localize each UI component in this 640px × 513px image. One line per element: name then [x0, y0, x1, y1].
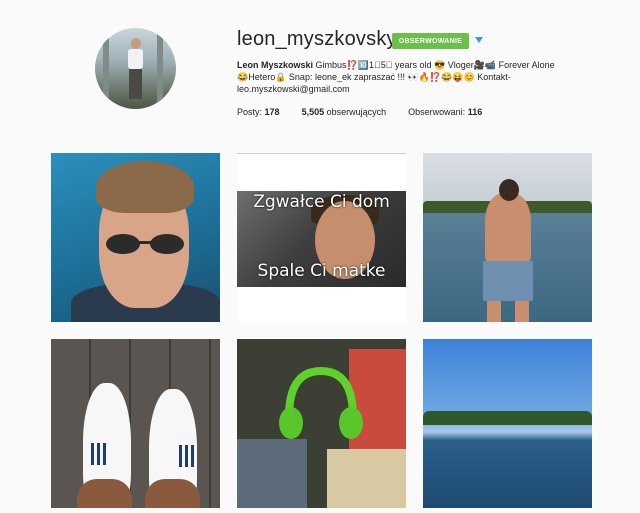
- following-label: Obserwowani:: [408, 107, 466, 117]
- profile-header: leon_myszkovsky OBSERWOWANIE Leon Myszko…: [0, 0, 640, 140]
- username: leon_myszkovsky: [237, 28, 397, 50]
- sneaker-stripe: [103, 443, 106, 465]
- avatar-person-body: [128, 49, 143, 69]
- person-leg: [515, 301, 529, 322]
- sneaker-stripe: [185, 445, 188, 467]
- bio-line-1: Gimbus⁉️🔟1⃣5⃣ years old 😎 Vloger🎥📹 Forev…: [315, 60, 555, 70]
- sneaker-stripe: [97, 443, 100, 465]
- following-count[interactable]: Obserwowani: 116: [408, 107, 482, 117]
- shoreline: [423, 411, 592, 425]
- sneaker-stripe: [91, 443, 94, 465]
- post-image-hair: [96, 161, 194, 213]
- followers-count[interactable]: 5,505 obserwujących: [302, 107, 387, 117]
- person-head: [499, 179, 519, 201]
- post-tile[interactable]: [237, 339, 406, 508]
- magazine-image: [327, 449, 406, 508]
- avatar-person-legs: [129, 69, 142, 99]
- followers-label: obserwujących: [326, 107, 387, 117]
- following-value: 116: [467, 107, 483, 117]
- meme-bottom-text: Spale Ci matke: [257, 261, 386, 281]
- posts-label: Posty:: [237, 107, 263, 117]
- leg-image: [77, 479, 132, 508]
- sunglasses-image: [106, 234, 184, 254]
- sneaker-stripe: [191, 445, 194, 467]
- person-back: [485, 193, 531, 263]
- avatar-person-head: [131, 38, 141, 49]
- person-leg: [487, 301, 501, 322]
- full-name: Leon Myszkowski: [237, 60, 314, 70]
- bio-email[interactable]: leo.myszkowski@gmail.com: [237, 84, 350, 94]
- headphones-image: [279, 366, 363, 439]
- posts-value: 178: [264, 107, 280, 117]
- meme-top-text: Zgwałce Ci dom: [253, 192, 390, 212]
- avatar-pillar: [103, 28, 109, 109]
- person-shorts: [483, 261, 533, 301]
- avatar[interactable]: [95, 28, 176, 109]
- post-tile[interactable]: [51, 339, 220, 508]
- post-tile[interactable]: [423, 339, 592, 508]
- leg-image: [145, 479, 200, 508]
- profile-bio: Leon Myszkowski Gimbus⁉️🔟1⃣5⃣ years old …: [237, 59, 577, 95]
- following-button[interactable]: OBSERWOWANIE: [392, 33, 469, 49]
- profile-stats: Posty: 178 5,505 obserwujących Obserwowa…: [237, 107, 504, 117]
- bio-line-2: 😂Hetero🔒 Snap: leone_ek zapraszać !!! 👀🔥…: [237, 72, 511, 82]
- sneaker-stripe: [179, 445, 182, 467]
- post-tile[interactable]: Zgwałce Ci dom Spale Ci matke: [237, 153, 406, 322]
- posts-count: Posty: 178: [237, 107, 280, 117]
- options-dropdown-button[interactable]: [474, 34, 484, 46]
- meme-image: Zgwałce Ci dom Spale Ci matke: [237, 191, 406, 287]
- triangle-down-icon: [475, 37, 483, 43]
- post-tile[interactable]: [423, 153, 592, 322]
- post-tile[interactable]: [51, 153, 220, 322]
- avatar-pillar: [157, 28, 163, 109]
- followers-value: 5,505: [301, 107, 325, 117]
- posts-grid: Zgwałce Ci dom Spale Ci matke: [51, 153, 593, 513]
